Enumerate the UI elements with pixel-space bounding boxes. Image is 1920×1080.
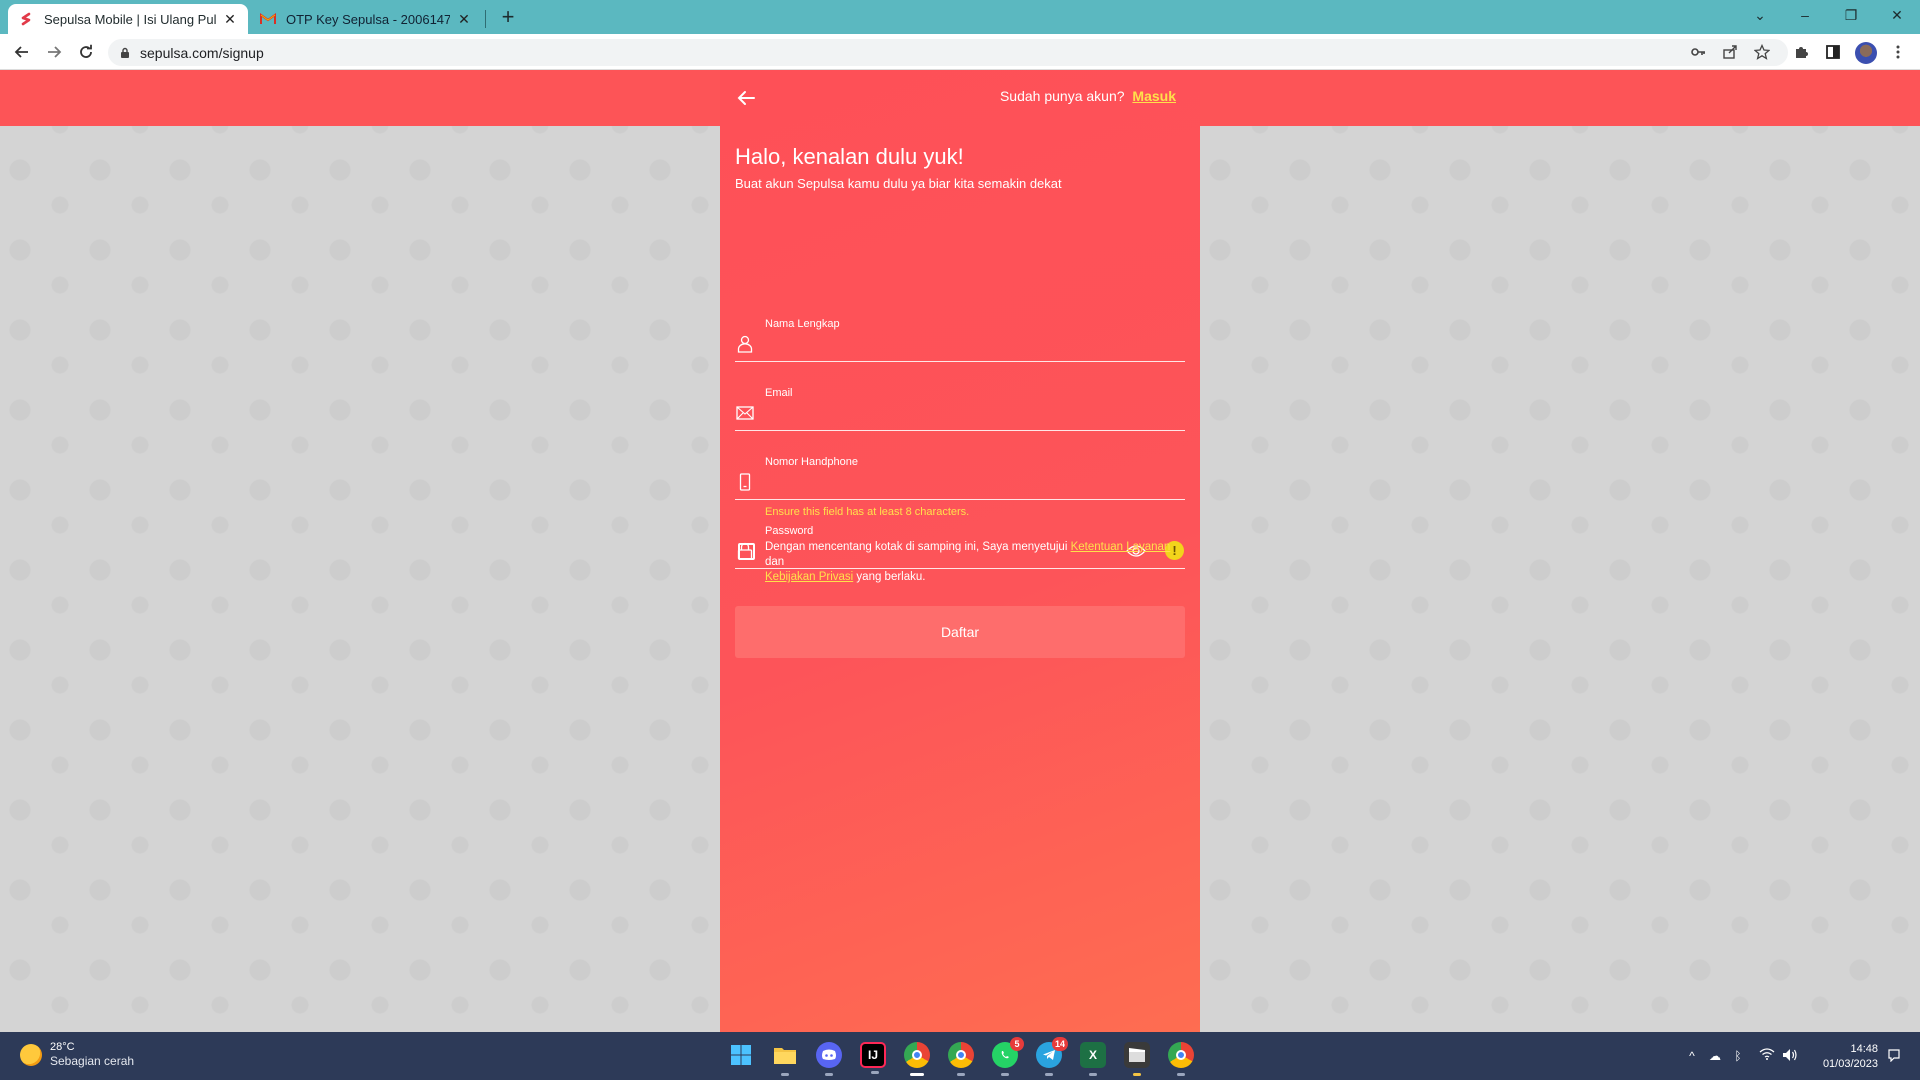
system-clock[interactable]: 14:48 01/03/2023 (1814, 1042, 1878, 1072)
lock-icon (120, 47, 130, 59)
close-tab-icon[interactable]: ✕ (456, 11, 472, 27)
onedrive-icon[interactable]: ☁ (1707, 1048, 1723, 1064)
register-button[interactable]: Daftar (735, 606, 1185, 658)
running-indicator (910, 1073, 924, 1076)
name-input[interactable] (765, 334, 1125, 356)
user-icon (735, 334, 755, 354)
forward-button[interactable] (42, 40, 66, 64)
password-key-icon[interactable] (1688, 42, 1708, 62)
running-indicator (781, 1073, 789, 1076)
partly-sunny-icon (20, 1043, 42, 1066)
name-field: Nama Lengkap (735, 306, 1185, 362)
restore-button[interactable]: ❐ (1836, 4, 1866, 26)
side-panel-icon[interactable] (1823, 42, 1843, 62)
excel-icon[interactable]: X (1080, 1042, 1106, 1076)
tab-search-icon[interactable]: ⌄ (1745, 4, 1775, 26)
browser-toolbar: sepulsa.com/signup (0, 34, 1920, 70)
password-label: Password (765, 525, 814, 537)
have-account-text: Sudah punya akun? (999, 88, 1125, 104)
whatsapp-icon[interactable]: 5 (992, 1037, 1024, 1076)
whatsapp-badge: 5 (1010, 1037, 1024, 1051)
close-tab-icon[interactable]: ✕ (222, 11, 238, 27)
terms-of-service-link[interactable]: Ketentuan Layanan (1071, 541, 1171, 553)
extensions-puzzle-icon[interactable] (1791, 42, 1811, 62)
tab-title: OTP Key Sepulsa - 2006147@itg. (286, 11, 450, 27)
tab-sepulsa[interactable]: Sepulsa Mobile | Isi Ulang Pulsa S ✕ (8, 4, 248, 34)
email-label: Email (765, 387, 793, 399)
running-indicator (825, 1073, 833, 1076)
notification-bell-icon[interactable] (1886, 1048, 1902, 1064)
chrome-profile-2-icon[interactable] (948, 1042, 974, 1076)
privacy-policy-link[interactable]: Kebijakan Privasi (765, 571, 853, 583)
chevron-up-icon[interactable]: ^ (1684, 1048, 1700, 1064)
minimize-button[interactable]: – (1790, 4, 1820, 26)
windows-start-icon[interactable] (728, 1042, 754, 1068)
chrome-menu-icon[interactable] (1888, 42, 1908, 62)
weather-temperature: 28°C (50, 1041, 75, 1053)
discord-icon[interactable] (816, 1042, 842, 1076)
wifi-icon[interactable] (1759, 1048, 1775, 1064)
close-window-button[interactable]: ✕ (1882, 4, 1912, 26)
running-indicator (957, 1073, 965, 1076)
back-arrow-icon[interactable] (734, 86, 758, 110)
terms-suffix: yang berlaku. (856, 571, 926, 583)
login-prompt: Sudah punya akun? Masuk (1000, 88, 1176, 104)
page-title: Halo, kenalan dulu yuk! (735, 144, 964, 169)
tab-title: Sepulsa Mobile | Isi Ulang Pulsa S (44, 11, 216, 27)
name-label: Nama Lengkap (765, 318, 840, 330)
back-button[interactable] (10, 40, 34, 64)
clapperboard-app-icon[interactable] (1124, 1042, 1150, 1076)
login-link[interactable]: Masuk (1132, 88, 1176, 104)
sepulsa-favicon-icon (18, 11, 34, 27)
intellij-icon[interactable]: IJ (860, 1042, 886, 1074)
page-subtitle: Buat akun Sepulsa kamu dulu ya biar kita… (735, 176, 1062, 191)
password-error-message: Ensure this field has at least 8 charact… (765, 506, 970, 518)
terms-checkbox[interactable] (738, 543, 755, 560)
telegram-icon[interactable]: 14 (1036, 1037, 1068, 1076)
profile-avatar[interactable] (1855, 42, 1877, 64)
phone-icon (735, 472, 755, 492)
file-explorer-icon[interactable] (772, 1042, 798, 1076)
running-indicator (1133, 1073, 1141, 1076)
running-indicator (1177, 1073, 1185, 1076)
new-tab-button[interactable]: + (496, 6, 520, 30)
clock-time: 14:48 (1850, 1043, 1878, 1055)
chrome-profile-3-icon[interactable] (1168, 1042, 1194, 1076)
running-indicator (871, 1071, 879, 1074)
clock-date: 01/03/2023 (1822, 1058, 1878, 1070)
chrome-icon[interactable] (904, 1042, 930, 1076)
signup-panel: Sudah punya akun? Masuk Halo, kenalan du… (720, 70, 1200, 1032)
running-indicator (1089, 1073, 1097, 1076)
email-field: Email (735, 375, 1185, 431)
phone-field: Nomor Handphone (735, 444, 1185, 500)
tab-gmail-otp[interactable]: OTP Key Sepulsa - 2006147@itg. ✕ (250, 4, 482, 34)
reload-button[interactable] (74, 40, 98, 64)
weather-description: Sebagian cerah (50, 1054, 135, 1068)
phone-label: Nomor Handphone (765, 456, 858, 468)
running-indicator (1001, 1073, 1009, 1076)
bookmark-star-icon[interactable] (1752, 42, 1772, 62)
terms-prefix: Dengan mencentang kotak di samping ini, … (765, 541, 1068, 553)
terms-and: dan (765, 556, 785, 568)
browser-tab-bar: Sepulsa Mobile | Isi Ulang Pulsa S ✕ OTP… (0, 0, 1920, 34)
running-indicator (1045, 1073, 1053, 1076)
windows-taskbar: 28°C Sebagian cerah IJ 5 14 X ^ ☁ ᛒ 14:4… (0, 1032, 1920, 1080)
share-icon[interactable] (1720, 42, 1740, 62)
page-background: Sudah punya akun? Masuk Halo, kenalan du… (0, 70, 1920, 1032)
tab-divider (485, 10, 486, 28)
terms-text: Dengan mencentang kotak di samping ini, … (765, 540, 1185, 585)
gmail-favicon-icon (260, 11, 276, 27)
address-bar[interactable]: sepulsa.com/signup (108, 39, 1788, 66)
envelope-icon (735, 403, 755, 423)
url-text: sepulsa.com/signup (140, 44, 264, 61)
weather-widget[interactable]: 28°C Sebagian cerah (20, 1040, 134, 1069)
phone-input[interactable] (765, 472, 1125, 494)
email-input[interactable] (765, 403, 1125, 425)
bluetooth-icon[interactable]: ᛒ (1730, 1048, 1746, 1064)
telegram-badge: 14 (1051, 1037, 1068, 1051)
volume-icon[interactable] (1782, 1048, 1798, 1064)
